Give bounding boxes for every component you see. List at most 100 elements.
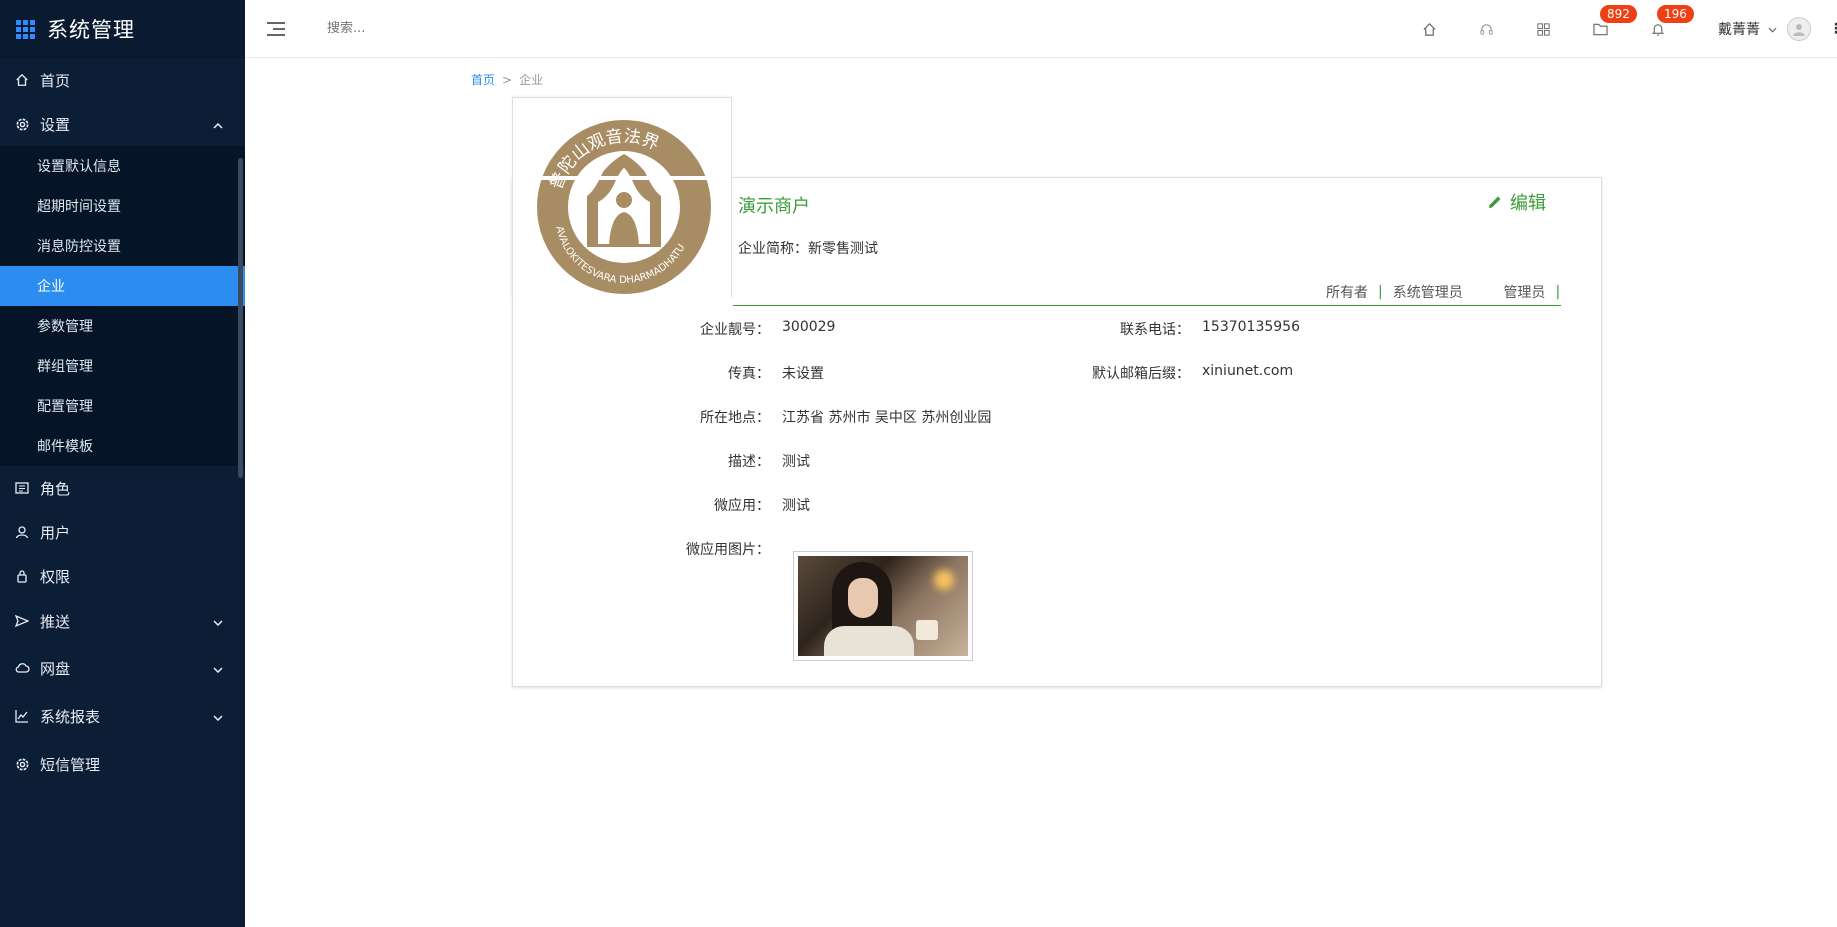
field-microapp: 微应用： 测试 [620,495,810,515]
submenu-item-timeout[interactable]: 超期时间设置 [0,186,245,226]
submenu-item-groups[interactable]: 群组管理 [0,346,245,386]
field-label: 描述： [728,454,770,470]
enterprise-logo: 普陀山观音法界 AVALOKITESVARA DHARMADHATU [537,120,711,294]
role-admin[interactable]: 管理员 [1503,282,1545,302]
field-label: 所在地点： [700,410,770,426]
field-label: 默认邮箱后缀： [1092,366,1190,382]
home-icon [14,72,30,88]
apps-grid-icon[interactable] [16,19,35,39]
breadcrumb-separator: > [502,73,513,87]
role-system-admin[interactable]: 系统管理员 [1393,282,1463,302]
breadcrumb-current: 企业 [519,73,544,87]
submenu-item-config[interactable]: 配置管理 [0,386,245,426]
field-microapp-image: 微应用图片： [620,539,770,559]
field-fax: 传真： 未设置 [620,363,824,383]
field-location: 所在地点： 江苏省 苏州市 吴中区 苏州创业园 [620,407,991,427]
submenu-item-default-info[interactable]: 设置默认信息 [0,146,245,186]
chevron-down-icon [213,612,223,630]
submenu-item-message-control[interactable]: 消息防控设置 [0,226,245,266]
field-value: xiniunet.com [1202,363,1294,379]
brand-header: 系统管理 [0,0,245,58]
field-label: 微应用图片： [686,542,770,558]
gear-icon [14,756,30,772]
submenu-item-enterprise[interactable]: 企业 [0,266,245,306]
role-owner[interactable]: 所有者 [1326,282,1368,302]
field-label: 传真： [728,366,770,382]
edit-label: 编辑 [1510,193,1546,214]
microapp-photo [798,556,968,656]
gear-icon [14,116,30,132]
short-name-value: 新零售测试 [808,241,878,257]
short-name-line: 企业简称：新零售测试 [738,238,878,258]
user-icon [14,524,30,540]
sidebar-item-label: 设置 [40,115,71,134]
home-icon[interactable] [1401,0,1458,58]
pencil-icon [1489,196,1501,208]
sidebar-scrollbar[interactable] [238,158,243,478]
send-icon [14,613,30,629]
notifications-badge: 196 [1657,5,1694,23]
field-label: 联系电话： [1120,322,1190,338]
sidebar-item-user[interactable]: 用户 [0,510,245,554]
sidebar-nav: 首页 设置 设置默认信息 超期时间设置 消息防控设置 企业 参数管理 群组管理 … [0,58,245,788]
topbar: 892 196 戴菁菁 ⋮ [245,0,1837,58]
sidebar-item-settings[interactable]: 设置 [0,102,245,146]
sidebar-item-role[interactable]: 角色 [0,466,245,510]
user-name: 戴菁菁 [1718,22,1760,38]
field-value: 300029 [782,319,836,335]
chevron-down-icon [1768,21,1777,37]
sidebar-item-label: 短信管理 [40,755,101,774]
role-divider: | [1378,284,1383,300]
more-icon[interactable]: ⋮ [1829,21,1837,37]
field-label: 微应用： [714,498,770,514]
line-chart-icon [14,708,30,724]
sidebar: 系统管理 首页 设置 设置默认信息 超期时间设置 消息防控设置 企业 参数管理 … [0,0,245,927]
edit-button[interactable]: 编辑 [1488,189,1546,215]
sidebar-item-label: 网盘 [40,659,71,678]
cloud-icon [14,660,30,676]
submenu-item-params[interactable]: 参数管理 [0,306,245,346]
collapse-menu-icon[interactable] [267,21,287,37]
sidebar-item-push[interactable]: 推送 [0,598,245,644]
field-phone: 联系电话： 15370135956 [1040,319,1300,339]
sidebar-item-permission[interactable]: 权限 [0,554,245,598]
apps-icon[interactable] [1515,0,1572,58]
bell-icon[interactable]: 196 [1629,0,1694,58]
section-divider [733,305,1561,306]
lock-icon [14,568,30,584]
sidebar-item-home[interactable]: 首页 [0,58,245,102]
settings-submenu: 设置默认信息 超期时间设置 消息防控设置 企业 参数管理 群组管理 配置管理 邮… [0,146,245,466]
role-divider: | [1555,284,1561,300]
sidebar-item-disk[interactable]: 网盘 [0,644,245,692]
short-name-label: 企业简称： [738,241,808,257]
role-tabs: 所有者 | 系统管理员 | 管理员 | [1326,282,1570,302]
field-email-suffix: 默认邮箱后缀： xiniunet.com [1040,363,1293,383]
sidebar-item-label: 角色 [40,479,71,498]
chevron-down-icon [213,707,223,725]
chevron-up-icon [213,115,223,133]
avatar [1787,17,1811,41]
id-card-icon [14,480,30,496]
topbar-actions: 892 196 戴菁菁 ⋮ [1401,0,1837,58]
sidebar-item-label: 权限 [40,567,71,586]
headset-icon[interactable] [1458,0,1515,58]
chevron-down-icon [213,659,223,677]
breadcrumb-home[interactable]: 首页 [471,73,495,87]
search-input[interactable] [327,21,527,36]
microapp-image[interactable] [793,551,973,661]
sidebar-item-label: 用户 [40,523,71,542]
field-label: 企业靓号： [700,322,770,338]
folder-icon[interactable]: 892 [1572,0,1637,58]
sidebar-item-label: 推送 [40,612,71,631]
field-value: 未设置 [782,366,824,382]
sidebar-item-reports[interactable]: 系统报表 [0,692,245,740]
logo-tab-merge [513,176,731,180]
field-number: 企业靓号： 300029 [620,319,835,339]
submenu-item-mail-template[interactable]: 邮件模板 [0,426,245,466]
sidebar-item-sms[interactable]: 短信管理 [0,740,245,788]
field-value: 江苏省 苏州市 吴中区 苏州创业园 [782,410,992,426]
app-title: 系统管理 [47,18,135,42]
field-value: 测试 [782,454,810,470]
field-description: 描述： 测试 [620,451,810,471]
user-menu[interactable]: 戴菁菁 [1718,17,1811,41]
